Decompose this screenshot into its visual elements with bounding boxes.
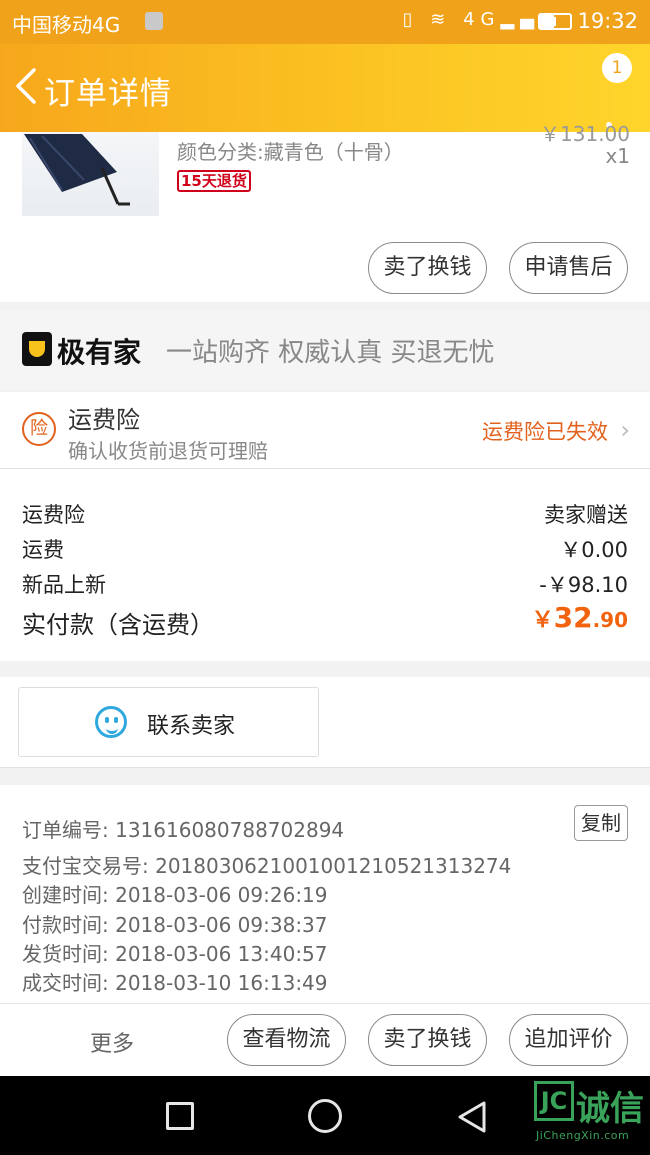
fee-row: 运费险 卖家赠送 [22,499,628,529]
jiyoujia-logo-icon [22,332,52,366]
shipped-time: 发货时间: 2018-03-06 13:40:57 [22,942,328,966]
total-paid-amount: ￥32.90 [531,601,628,634]
watermark: JC 诚信 JiChengXin.com [534,1081,646,1153]
sell-button-bottom[interactable]: 卖了换钱 [368,1014,487,1066]
brand-banner[interactable]: 极有家 一站购齐 权威认真 买退无忧 [0,310,650,390]
chevron-right-icon: › [620,416,630,444]
back-triangle-icon[interactable] [456,1100,488,1134]
add-review-button[interactable]: 追加评价 [509,1014,628,1066]
product-card: ￥131.00 颜色分类:藏青色（十骨） x1 15天退货 卖了换钱 申请售后 [0,122,650,302]
watermark-logo-icon: JC [534,1081,574,1121]
watermark-url: JiChengXin.com [536,1129,630,1142]
fee-label: 新品上新 [22,573,106,597]
fee-value: 卖家赠送 [544,503,628,527]
insurance-icon: 险 [22,412,56,446]
signal-icons: ▯ ≋ 4G▂▄▆ [402,9,560,30]
total-paid-label: 实付款（含运费） [22,611,214,639]
copy-button[interactable]: 复制 [574,805,628,841]
home-icon[interactable] [308,1099,342,1133]
back-arrow-icon[interactable] [12,66,40,106]
insurance-subtitle: 确认收货前退货可理赔 [68,439,268,463]
chat-face-icon [95,706,127,738]
notification-image-icon [145,12,163,30]
fee-row: 运费 ￥0.00 [22,534,628,564]
fee-summary: 运费险 卖家赠送 运费 ￥0.00 新品上新 -￥98.10 实付款（含运费） … [0,469,650,661]
page-title: 订单详情 [44,76,172,112]
sell-button[interactable]: 卖了换钱 [368,242,487,294]
alipay-trade-number: 支付宝交易号: 2018030621001001210521313274 [22,854,512,878]
recent-apps-icon[interactable] [166,1102,194,1130]
product-quantity: x1 [605,144,630,168]
created-time: 创建时间: 2018-03-06 09:26:19 [22,883,328,907]
return-policy-tag: 15天退货 [177,170,251,192]
insurance-status: 运费险已失效 [482,420,608,444]
brand-slogan: 一站购齐 权威认真 买退无忧 [166,338,495,368]
battery-icon [538,13,572,30]
contact-section: 联系卖家 [0,677,650,768]
fee-label: 运费 [22,538,64,562]
paid-time: 付款时间: 2018-03-06 09:38:37 [22,913,328,937]
contact-seller-button[interactable]: 联系卖家 [18,687,319,757]
watermark-name: 诚信 [576,1089,644,1129]
fee-label: 运费险 [22,503,85,527]
contact-seller-label: 联系卖家 [147,714,236,739]
order-number: 订单编号: 131616080788702894 [22,818,345,842]
fee-row: 新品上新 -￥98.10 [22,569,628,599]
clock: 19:32 [577,9,638,33]
product-price: ￥131.00 [540,122,630,146]
more-button[interactable]: 更多 [90,1026,134,1058]
carrier-label: 中国移动4G [12,13,121,37]
status-bar: 中国移动4G ▯ ≋ 4G▂▄▆ 19:32 [0,0,650,44]
product-thumbnail[interactable] [22,132,159,216]
bottom-action-bar: 更多 查看物流 卖了换钱 追加评价 [0,1003,650,1077]
order-info: 订单编号: 131616080788702894 复制 支付宝交易号: 2018… [0,785,650,1003]
after-sale-button[interactable]: 申请售后 [509,242,628,294]
shipping-insurance-row[interactable]: 险 运费险 确认收货前退货可理赔 运费险已失效 › [0,392,650,469]
product-variant: 颜色分类:藏青色（十骨） [177,140,404,164]
message-count-badge[interactable]: 1 [602,53,632,83]
fee-value: -￥98.10 [539,573,628,597]
completed-time: 成交时间: 2018-03-10 16:13:49 [22,971,328,995]
fee-value: ￥0.00 [560,538,628,562]
view-logistics-button[interactable]: 查看物流 [227,1014,346,1066]
insurance-title: 运费险 [68,406,140,434]
brand-name: 极有家 [57,336,142,369]
